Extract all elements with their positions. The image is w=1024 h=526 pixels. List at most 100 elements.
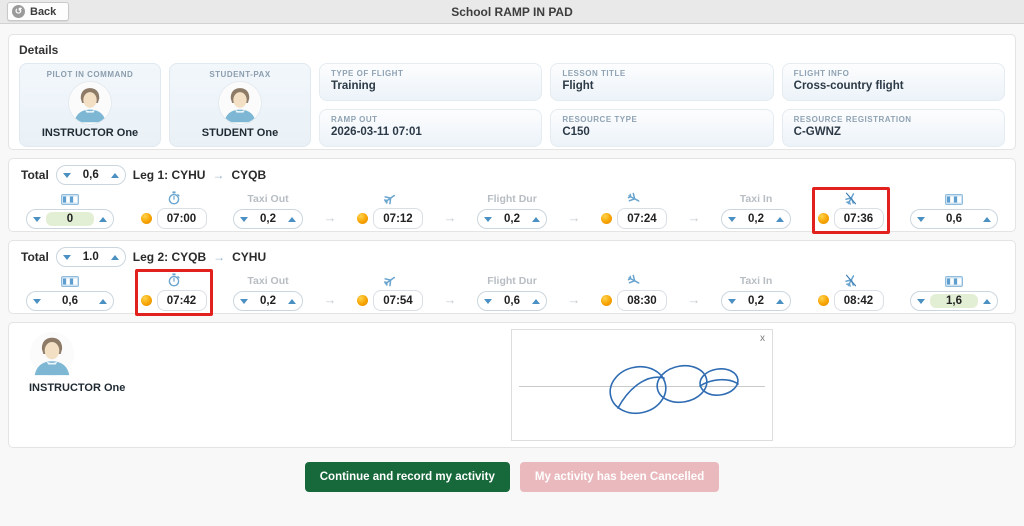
flight-dur-value: 0,6 bbox=[497, 294, 527, 308]
taxi-out-stepper[interactable]: 0,2 bbox=[233, 291, 303, 311]
field-type-of-flight: TYPE OF FLIGHT Training bbox=[319, 63, 542, 101]
stepper-up-icon[interactable] bbox=[776, 299, 784, 304]
stepper-down-icon[interactable] bbox=[917, 217, 925, 222]
leg-1-destination: CYQB bbox=[231, 168, 266, 182]
stepper-down-icon[interactable] bbox=[917, 299, 925, 304]
stepper-down-icon[interactable] bbox=[728, 217, 736, 222]
details-body: PILOT IN COMMAND INSTRUCTOR One STUDENT-… bbox=[19, 63, 1005, 147]
hobbs-end-stepper[interactable]: 1,6 bbox=[910, 291, 998, 311]
ramp-in-time-input[interactable] bbox=[834, 290, 884, 311]
flight-dur-stepper[interactable]: 0,6 bbox=[477, 291, 547, 311]
stepper-down-icon[interactable] bbox=[33, 299, 41, 304]
taxi-in-cell: Taxi In 0,2 bbox=[715, 188, 797, 234]
stepper-up-icon[interactable] bbox=[99, 217, 107, 222]
student-pax-card: STUDENT-PAX STUDENT One bbox=[169, 63, 311, 147]
leg-1-card: Total 0,6 Leg 1: CYHU → CYQB 0 bbox=[8, 158, 1016, 232]
clock-icon bbox=[357, 295, 368, 306]
clock-icon bbox=[357, 213, 368, 224]
landing-cell bbox=[595, 269, 673, 316]
stepper-down-icon[interactable] bbox=[484, 217, 492, 222]
taxi-out-stepper[interactable]: 0,2 bbox=[233, 209, 303, 229]
field-resource-type: RESOURCE TYPE C150 bbox=[550, 109, 773, 147]
stepper-up-icon[interactable] bbox=[532, 299, 540, 304]
field-label: FLIGHT INFO bbox=[794, 69, 993, 78]
takeoff-time-input[interactable] bbox=[373, 208, 423, 229]
hobbs-end-stepper[interactable]: 0,6 bbox=[910, 209, 998, 229]
field-value: C-GWNZ bbox=[794, 126, 993, 138]
leg-2-total-stepper[interactable]: 1.0 bbox=[56, 247, 126, 267]
stepper-up-icon[interactable] bbox=[532, 217, 540, 222]
landing-time-input[interactable] bbox=[617, 290, 667, 311]
stepper-down-icon[interactable] bbox=[484, 299, 492, 304]
landing-plane-icon bbox=[626, 191, 642, 205]
stepper-down-icon[interactable] bbox=[240, 299, 248, 304]
stepper-up-icon[interactable] bbox=[776, 217, 784, 222]
takeoff-cell bbox=[351, 269, 429, 316]
hobbs-start-stepper[interactable]: 0,6 bbox=[26, 291, 114, 311]
leg-1-header: Total 0,6 Leg 1: CYHU → CYQB bbox=[21, 165, 1005, 185]
continue-record-activity-button[interactable]: Continue and record my activity bbox=[305, 462, 510, 492]
landing-time-input[interactable] bbox=[617, 208, 667, 229]
ramp-out-time-input[interactable] bbox=[157, 208, 207, 229]
leg-1-row: 0 Taxi Out 0,2 → bbox=[19, 187, 1005, 234]
ramp-in-cell bbox=[812, 269, 890, 316]
field-label: LESSON TITLE bbox=[562, 69, 761, 78]
stepper-up-icon[interactable] bbox=[111, 255, 119, 260]
stepper-up-icon[interactable] bbox=[99, 299, 107, 304]
takeoff-time-input[interactable] bbox=[373, 290, 423, 311]
pilot-role-label: PILOT IN COMMAND bbox=[47, 70, 134, 79]
taxi-out-value: 0,2 bbox=[253, 294, 283, 308]
stepper-up-icon[interactable] bbox=[983, 217, 991, 222]
taxi-in-stepper[interactable]: 0,2 bbox=[721, 209, 791, 229]
clock-icon bbox=[601, 295, 612, 306]
stepper-down-icon[interactable] bbox=[728, 299, 736, 304]
field-resource-registration: RESOURCE REGISTRATION C-GWNZ bbox=[782, 109, 1005, 147]
stepper-up-icon[interactable] bbox=[288, 299, 296, 304]
stepper-up-icon[interactable] bbox=[111, 173, 119, 178]
stepper-down-icon[interactable] bbox=[63, 255, 71, 260]
leg-2-name: Leg 2: CYQB bbox=[133, 250, 206, 264]
field-value: Training bbox=[331, 80, 530, 92]
landing-plane-icon bbox=[626, 273, 642, 287]
stepper-down-icon[interactable] bbox=[240, 217, 248, 222]
flight-dur-label: Flight Dur bbox=[487, 274, 537, 288]
stepper-up-icon[interactable] bbox=[288, 217, 296, 222]
leg-2-destination: CYHU bbox=[232, 250, 266, 264]
flight-dur-cell: Flight Dur 0,2 bbox=[471, 188, 553, 234]
stepper-down-icon[interactable] bbox=[33, 217, 41, 222]
field-flight-info: FLIGHT INFO Cross-country flight bbox=[782, 63, 1005, 101]
ramp-in-time-input[interactable] bbox=[834, 208, 884, 229]
taxi-in-stepper[interactable]: 0,2 bbox=[721, 291, 791, 311]
top-bar: ↺ Back School RAMP IN PAD bbox=[0, 0, 1024, 24]
details-card: Details PILOT IN COMMAND INSTRUCTOR One … bbox=[8, 34, 1016, 150]
flight-dur-cell: Flight Dur 0,6 bbox=[471, 270, 553, 316]
flow-arrow-icon: → bbox=[568, 210, 581, 225]
flow-arrow-icon: → bbox=[324, 292, 337, 307]
stepper-down-icon[interactable] bbox=[63, 173, 71, 178]
field-label: RAMP OUT bbox=[331, 115, 530, 124]
signature-pad[interactable]: x bbox=[511, 329, 773, 441]
stepper-up-icon[interactable] bbox=[983, 299, 991, 304]
engines-stop-icon bbox=[843, 273, 859, 287]
taxi-in-value: 0,2 bbox=[741, 212, 771, 226]
ramp-out-time-input[interactable] bbox=[157, 290, 207, 311]
activity-cancelled-button[interactable]: My activity has been Cancelled bbox=[520, 462, 719, 492]
flight-dur-stepper[interactable]: 0,2 bbox=[477, 209, 547, 229]
ramp-in-pad-page: ↺ Back School RAMP IN PAD Details PILOT … bbox=[0, 0, 1024, 526]
ramp-out-cell-highlighted bbox=[135, 269, 213, 316]
hobbs-start-stepper[interactable]: 0 bbox=[26, 209, 114, 229]
signer-block: INSTRUCTOR One bbox=[29, 331, 125, 394]
signature-scribble bbox=[600, 352, 760, 422]
leg-2-row: 0,6 Taxi Out 0,2 → bbox=[19, 269, 1005, 316]
hobbs-end-cell: 1,6 bbox=[904, 270, 1004, 316]
clear-signature-button[interactable]: x bbox=[760, 333, 765, 344]
taxi-in-label: Taxi In bbox=[740, 274, 772, 288]
landing-cell bbox=[595, 187, 673, 234]
leg-1-total-stepper[interactable]: 0,6 bbox=[56, 165, 126, 185]
total-label: Total bbox=[21, 250, 49, 264]
pilot-name: INSTRUCTOR One bbox=[42, 127, 138, 139]
ramp-out-timer-icon bbox=[167, 273, 181, 287]
hobbs-start-value: 0 bbox=[46, 212, 94, 226]
flow-arrow-icon: → bbox=[444, 210, 457, 225]
hobbs-start-cell: 0,6 bbox=[20, 270, 120, 316]
